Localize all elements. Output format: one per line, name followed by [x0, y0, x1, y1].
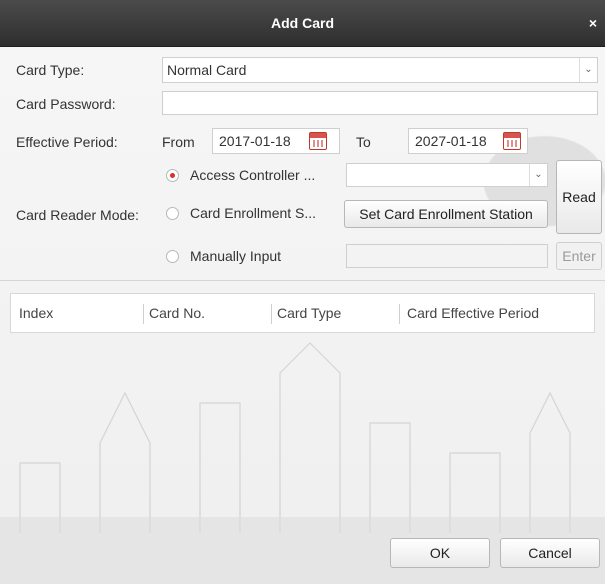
column-separator: [271, 304, 272, 324]
from-label: From: [162, 134, 195, 150]
card-type-label: Card Type:: [16, 62, 85, 78]
calendar-icon[interactable]: [309, 132, 327, 150]
dialog-title: Add Card: [271, 15, 334, 31]
cancel-button[interactable]: Cancel: [500, 538, 600, 568]
set-card-enrollment-station-button[interactable]: Set Card Enrollment Station: [344, 200, 548, 228]
column-separator: [399, 304, 400, 324]
column-header-card-no[interactable]: Card No.: [149, 294, 205, 332]
section-divider: [0, 280, 605, 281]
chevron-down-icon[interactable]: ⌄: [529, 164, 547, 186]
from-date-value: 2017-01-18: [219, 133, 291, 149]
card-type-value: Normal Card: [167, 62, 247, 78]
column-header-card-effective-period[interactable]: Card Effective Period: [407, 294, 539, 332]
card-table-header: Index Card No. Card Type Card Effective …: [10, 293, 595, 333]
calendar-icon[interactable]: [503, 132, 521, 150]
close-icon[interactable]: ×: [589, 0, 597, 47]
card-table-body: [10, 333, 595, 517]
to-date-field[interactable]: 2027-01-18: [408, 128, 528, 154]
chevron-down-icon[interactable]: ⌄: [579, 58, 597, 82]
ok-button[interactable]: OK: [390, 538, 490, 568]
card-password-input[interactable]: [162, 91, 598, 115]
from-date-field[interactable]: 2017-01-18: [212, 128, 340, 154]
to-label: To: [356, 134, 371, 150]
column-separator: [143, 304, 144, 324]
manual-input-radio[interactable]: [166, 250, 179, 263]
to-date-value: 2027-01-18: [415, 133, 487, 149]
access-controller-radio[interactable]: [166, 169, 179, 182]
card-reader-mode-label: Card Reader Mode:: [16, 207, 139, 223]
manual-input-label: Manually Input: [190, 248, 282, 264]
effective-period-label: Effective Period:: [16, 134, 118, 150]
access-controller-select[interactable]: ⌄: [346, 163, 548, 187]
column-header-card-type[interactable]: Card Type: [277, 294, 341, 332]
column-header-index[interactable]: Index: [19, 294, 53, 332]
card-password-label: Card Password:: [16, 96, 116, 112]
card-enrollment-label: Card Enrollment S...: [190, 205, 317, 221]
access-controller-label: Access Controller ...: [190, 167, 316, 183]
read-button[interactable]: Read: [556, 160, 602, 234]
enter-button[interactable]: Enter: [556, 242, 602, 270]
manual-input-field[interactable]: [346, 244, 548, 268]
card-enrollment-radio[interactable]: [166, 207, 179, 220]
card-type-select[interactable]: Normal Card ⌄: [162, 57, 598, 83]
